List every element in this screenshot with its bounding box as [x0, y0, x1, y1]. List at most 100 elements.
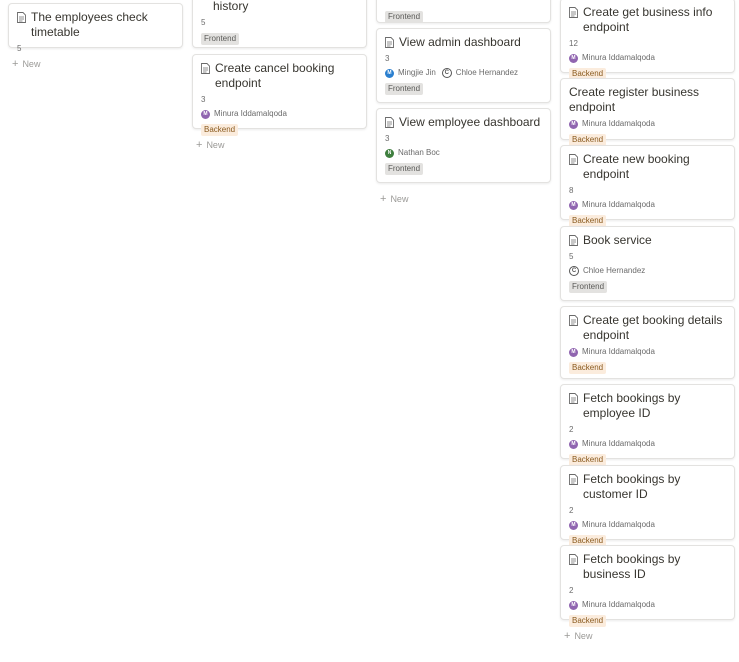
assignee: M Minura Iddamalqoda	[201, 109, 287, 119]
assignee: M Minura Iddamalqoda	[569, 119, 655, 129]
plus-icon: +	[380, 193, 387, 205]
tag-backend: Backend	[569, 362, 607, 374]
avatar: M	[385, 68, 394, 78]
document-icon	[569, 554, 578, 565]
plus-icon: +	[12, 58, 19, 70]
card-estimate: 8	[569, 186, 574, 195]
card-estimate: 3	[385, 134, 390, 143]
card-create-register-business-endpoint[interactable]: Create register business endpoint M Minu…	[560, 78, 735, 146]
plus-icon: +	[196, 139, 203, 151]
document-icon	[17, 12, 26, 23]
card-title: View employee dashboard	[399, 115, 541, 129]
tag-frontend: Frontend	[569, 281, 608, 293]
avatar: C	[569, 266, 579, 276]
avatar: C	[441, 68, 452, 78]
card-title: Create register business endpoint	[569, 85, 700, 114]
card-title: View admin dashboard	[399, 35, 521, 49]
assignee: C Chloe Hernandez	[569, 266, 645, 276]
assignees: M Minura Iddamalqoda	[569, 53, 726, 63]
new-card-button[interactable]: + New	[12, 58, 40, 70]
card-estimate: 5	[17, 44, 22, 53]
avatar: N	[385, 148, 394, 158]
document-icon	[569, 154, 578, 165]
assignees: M Mingjie Jin C Chloe Hernandez	[385, 68, 542, 78]
card-title: Fetch bookings by customer ID	[583, 472, 681, 501]
assignee: M Minura Iddamalqoda	[569, 53, 655, 63]
document-icon	[385, 117, 394, 128]
tag-backend: Backend	[569, 615, 607, 627]
assignee: M Minura Iddamalqoda	[569, 520, 655, 530]
document-icon	[569, 474, 578, 485]
card-title: Create get booking details endpoint	[583, 313, 723, 342]
card-view-employee-dashboard[interactable]: View employee dashboard 3 N Nathan Boc F…	[376, 108, 551, 183]
card-fetch-bookings-by-employee-id[interactable]: Fetch bookings by employee ID 2 M Minura…	[560, 384, 735, 466]
assignees: N Nathan Boc	[385, 148, 542, 158]
avatar: M	[569, 520, 578, 530]
assignee: N Nathan Boc	[385, 148, 440, 158]
card-employees-check-timetable[interactable]: The employees check timetable 5	[8, 3, 183, 53]
new-card-button[interactable]: + New	[380, 193, 408, 205]
assignee: M Minura Iddamalqoda	[569, 347, 655, 357]
card-create-cancel-booking-endpoint[interactable]: Create cancel booking endpoint 3 M Minur…	[192, 54, 367, 136]
assignee: M Minura Iddamalqoda	[569, 439, 655, 449]
new-card-button[interactable]: + New	[564, 630, 592, 642]
tag-frontend: Frontend	[385, 83, 424, 95]
card-estimate: 3	[385, 54, 390, 63]
card-estimate: 5	[201, 18, 206, 27]
avatar: M	[569, 600, 578, 610]
assignees: M Minura Iddamalqoda	[569, 600, 726, 610]
document-icon	[569, 7, 578, 18]
card-title: Fetch bookings by employee ID	[583, 391, 681, 420]
card-book-service[interactable]: Book service 5 C Chloe Hernandez Fronten…	[560, 226, 735, 301]
assignee: M Minura Iddamalqoda	[569, 200, 655, 210]
document-icon	[385, 37, 394, 48]
card-create-get-business-info-endpoint[interactable]: Create get business info endpoint 12 M M…	[560, 0, 735, 80]
assignees: M Minura Iddamalqoda	[569, 520, 726, 530]
card-title: The employees check timetable	[31, 10, 148, 39]
card-estimate: 3	[201, 95, 206, 104]
document-icon	[569, 235, 578, 246]
assignees: M Minura Iddamalqoda	[201, 109, 358, 119]
card-create-new-booking-endpoint[interactable]: Create new booking endpoint 8 M Minura I…	[560, 145, 735, 227]
card-estimate: 2	[569, 506, 574, 515]
assignee: C Chloe Hernandez	[441, 68, 518, 78]
new-card-button[interactable]: + New	[196, 139, 224, 151]
assignees: M Minura Iddamalqoda	[569, 347, 726, 357]
avatar: M	[569, 347, 578, 357]
tag-frontend: Frontend	[201, 33, 240, 45]
assignees: M Minura Iddamalqoda	[569, 439, 726, 449]
card-title: Book service	[583, 233, 652, 247]
card-fetch-bookings-by-customer-id[interactable]: Fetch bookings by customer ID 2 M Minura…	[560, 465, 735, 547]
card-view-admin-dashboard[interactable]: View admin dashboard 3 M Mingjie Jin C C…	[376, 28, 551, 103]
avatar: M	[569, 200, 578, 210]
document-icon	[569, 315, 578, 326]
card-partial-frontend[interactable]: Frontend	[376, 0, 551, 23]
avatar: M	[569, 53, 578, 63]
card-history[interactable]: history 5 Frontend	[192, 0, 367, 48]
document-icon	[201, 63, 210, 74]
assignee: M Mingjie Jin	[385, 68, 436, 78]
card-title: Create get business info endpoint	[583, 5, 713, 34]
card-create-get-booking-details-endpoint[interactable]: Create get booking details endpoint M Mi…	[560, 306, 735, 379]
card-estimate: 2	[569, 425, 574, 434]
assignees: C Chloe Hernandez	[569, 266, 726, 276]
card-title: Fetch bookings by business ID	[583, 552, 681, 581]
card-fetch-bookings-by-business-id[interactable]: Fetch bookings by business ID 2 M Minura…	[560, 545, 735, 627]
assignee: M Minura Iddamalqoda	[569, 600, 655, 610]
tag-frontend: Frontend	[385, 163, 424, 175]
assignees: M Minura Iddamalqoda	[569, 119, 726, 129]
card-estimate: 5	[569, 252, 574, 261]
assignees: M Minura Iddamalqoda	[569, 200, 726, 210]
avatar: M	[569, 439, 578, 449]
card-title: Create new booking endpoint	[583, 152, 690, 181]
avatar: M	[201, 109, 210, 119]
document-icon	[569, 393, 578, 404]
tag-frontend: Frontend	[385, 11, 424, 23]
tag-backend: Backend	[201, 124, 239, 136]
card-title: Create cancel booking endpoint	[215, 61, 335, 90]
card-estimate: 12	[569, 39, 578, 48]
avatar: M	[569, 119, 578, 129]
plus-icon: +	[564, 630, 571, 642]
card-title: history	[213, 0, 249, 13]
card-estimate: 2	[569, 586, 574, 595]
